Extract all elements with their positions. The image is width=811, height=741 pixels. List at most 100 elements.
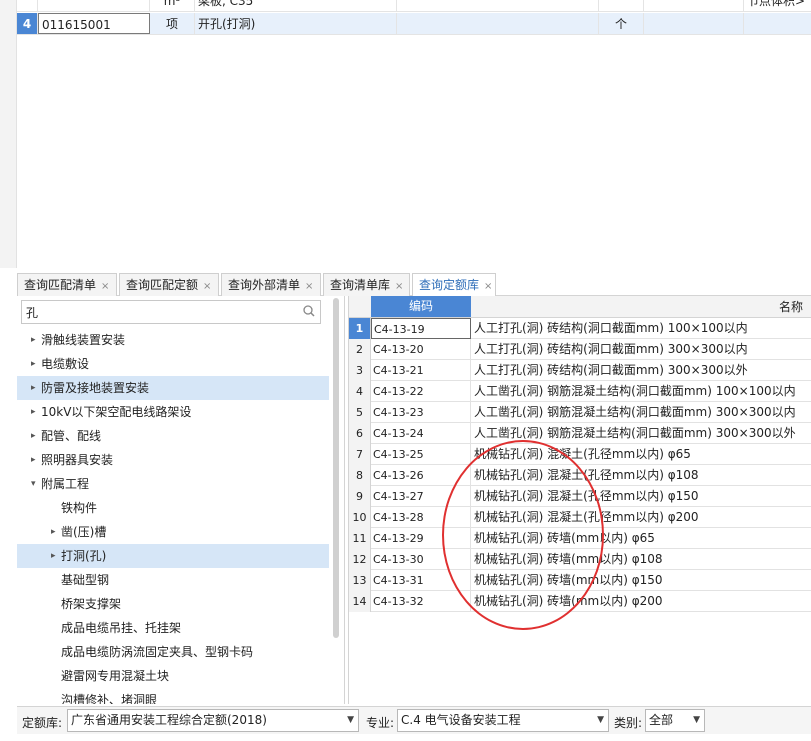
tab-query-external-bills[interactable]: 查询外部清单 × <box>221 273 321 296</box>
row-number-cell <box>17 0 38 11</box>
close-icon[interactable]: × <box>395 281 403 292</box>
qty-cell <box>644 0 744 11</box>
quota-row[interactable]: 3 C4-13-21 人工打孔(洞) 砖结构(洞口截面mm) 300×300以外 <box>349 360 811 381</box>
quota-list-grid: 编码 名称 1 C4-13-19 人工打孔(洞) 砖结构(洞口截面mm) 100×1… <box>348 296 811 704</box>
expand-arrow-right-icon[interactable]: ▸ <box>31 376 41 400</box>
quota-row[interactable]: 7 C4-13-25 机械钻孔(洞) 混凝土(孔径mm以内) φ65 <box>349 444 811 465</box>
quota-code-cell[interactable]: C4-13-25 <box>371 444 471 465</box>
grid-left-gutter <box>0 0 17 268</box>
tree-item[interactable]: ▸ 10kV以下架空配电线路架设 <box>17 400 329 424</box>
quota-code-cell[interactable]: C4-13-29 <box>371 528 471 549</box>
tab-label: 查询匹配定额 <box>126 278 199 292</box>
quota-code-cell[interactable]: C4-13-31 <box>371 570 471 591</box>
header-name[interactable]: 名称 <box>779 296 803 318</box>
quota-code-cell[interactable]: C4-13-19 <box>371 318 471 339</box>
quota-row[interactable]: 9 C4-13-27 机械钻孔(洞) 混凝土(孔径mm以内) φ150 <box>349 486 811 507</box>
expand-arrow-right-icon[interactable]: ▸ <box>51 544 61 568</box>
tree-item[interactable]: ▸ 凿(压)槽 <box>17 520 329 544</box>
expr-cell: 节点体积> <box>747 0 806 8</box>
expand-arrow-down-icon[interactable]: ▾ <box>31 472 41 496</box>
quota-lib-select[interactable]: 广东省通用安装工程综合定额(2018) ▼ <box>67 709 359 732</box>
tree-item[interactable]: 铁构件 <box>17 496 329 520</box>
quota-row[interactable]: 2 C4-13-20 人工打孔(洞) 砖结构(洞口截面mm) 300×300以内 <box>349 339 811 360</box>
tab-query-bill-library[interactable]: 查询清单库 × <box>323 273 410 296</box>
quota-row[interactable]: 5 C4-13-23 人工凿孔(洞) 钢筋混凝土结构(洞口截面mm) 300×300… <box>349 402 811 423</box>
tree-item-label: 凿(压)槽 <box>61 525 107 539</box>
table-row-selected[interactable]: 4 011615001 项 开孔(打洞) 个 <box>17 13 811 35</box>
tab-label: 查询匹配清单 <box>24 278 97 292</box>
row-number-cell: 10 <box>349 507 371 528</box>
quota-row[interactable]: 11 C4-13-29 机械钻孔(洞) 砖墙(mm以内) φ65 <box>349 528 811 549</box>
quota-code-cell[interactable]: C4-13-26 <box>371 465 471 486</box>
tree-item[interactable]: 基础型钢 <box>17 568 329 592</box>
search-input[interactable]: 孔 <box>21 300 321 324</box>
tree-item[interactable]: 成品电缆吊挂、托挂架 <box>17 616 329 640</box>
row-number-cell: 4 <box>349 381 371 402</box>
close-icon[interactable]: × <box>484 281 492 292</box>
quota-row[interactable]: 12 C4-13-30 机械钻孔(洞) 砖墙(mm以内) φ108 <box>349 549 811 570</box>
quota-code-cell[interactable]: C4-13-30 <box>371 549 471 570</box>
specialty-select[interactable]: C.4 电气设备安装工程 ▼ <box>397 709 609 732</box>
quota-code-cell[interactable]: C4-13-21 <box>371 360 471 381</box>
category-select[interactable]: 全部 ▼ <box>645 709 705 732</box>
tree-item-label: 附属工程 <box>41 477 90 491</box>
name-cell: 梁板, C35 <box>195 0 397 11</box>
quota-row[interactable]: 14 C4-13-32 机械钻孔(洞) 砖墙(mm以内) φ200 <box>349 591 811 612</box>
tree-item[interactable]: 沟槽修补、堵洞眼 <box>17 688 329 704</box>
chevron-down-icon[interactable]: ▼ <box>693 710 700 731</box>
tab-query-quota-library[interactable]: 查询定额库 × <box>412 273 496 297</box>
tree-item[interactable]: ▸ 打洞(孔) <box>17 544 329 568</box>
expand-arrow-right-icon[interactable]: ▸ <box>31 448 41 472</box>
tree-item[interactable]: ▾ 附属工程 <box>17 472 329 496</box>
chevron-down-icon[interactable]: ▼ <box>347 710 354 731</box>
expand-arrow-right-icon[interactable]: ▸ <box>31 424 41 448</box>
quota-row[interactable]: 10 C4-13-28 机械钻孔(洞) 混凝土(孔径mm以内) φ200 <box>349 507 811 528</box>
chevron-down-icon[interactable]: ▼ <box>597 710 604 731</box>
expand-arrow-right-icon[interactable]: ▸ <box>31 352 41 376</box>
code-cell[interactable]: 011615001 <box>38 13 150 34</box>
tree-item-label: 基础型钢 <box>61 573 110 587</box>
close-icon[interactable]: × <box>101 281 109 292</box>
quota-code-cell[interactable]: C4-13-24 <box>371 423 471 444</box>
tree-item[interactable]: 桥架支撑架 <box>17 592 329 616</box>
tree-item[interactable]: ▸ 滑触线装置安装 <box>17 328 329 352</box>
tree-item-label: 铁构件 <box>61 501 98 515</box>
row-number-cell: 13 <box>349 570 371 591</box>
quota-name-cell: 机械钻孔(洞) 砖墙(mm以内) φ108 <box>474 552 663 566</box>
quota-row[interactable]: 13 C4-13-31 机械钻孔(洞) 砖墙(mm以内) φ150 <box>349 570 811 591</box>
expand-arrow-right-icon[interactable]: ▸ <box>51 520 61 544</box>
quota-code-cell[interactable]: C4-13-27 <box>371 486 471 507</box>
row-number-cell: 14 <box>349 591 371 612</box>
expand-arrow-right-icon[interactable]: ▸ <box>31 328 41 352</box>
table-row[interactable]: m³ 梁板, C35 节点体积> <box>17 0 811 12</box>
quota-code-cell[interactable]: C4-13-20 <box>371 339 471 360</box>
tree-item[interactable]: ▸ 电缆敷设 <box>17 352 329 376</box>
quota-code-cell[interactable]: C4-13-32 <box>371 591 471 612</box>
tree-item[interactable]: 避雷网专用混凝土块 <box>17 664 329 688</box>
row-number-cell: 9 <box>349 486 371 507</box>
search-input-value[interactable]: 孔 <box>26 304 38 321</box>
close-icon[interactable]: × <box>203 281 211 292</box>
tab-query-matched-quotas[interactable]: 查询匹配定额 × <box>119 273 219 296</box>
grid-header: 编码 名称 <box>349 296 811 318</box>
tab-query-matched-bills[interactable]: 查询匹配清单 × <box>17 273 117 296</box>
quota-row[interactable]: 4 C4-13-22 人工凿孔(洞) 钢筋混凝土结构(洞口截面mm) 100×100… <box>349 381 811 402</box>
expand-arrow-right-icon[interactable]: ▸ <box>31 400 41 424</box>
quota-code-cell[interactable]: C4-13-22 <box>371 381 471 402</box>
tree-item[interactable]: ▸ 防雷及接地装置安装 <box>17 376 329 400</box>
category-label: 类别: <box>614 716 643 730</box>
tree-scrollbar[interactable] <box>333 298 339 638</box>
quota-row[interactable]: 1 C4-13-19 人工打孔(洞) 砖结构(洞口截面mm) 100×100以内 <box>349 318 811 339</box>
quota-code-cell[interactable]: C4-13-28 <box>371 507 471 528</box>
quota-row[interactable]: 8 C4-13-26 机械钻孔(洞) 混凝土(孔径mm以内) φ108 <box>349 465 811 486</box>
header-code[interactable]: 编码 <box>371 296 471 317</box>
search-icon[interactable] <box>302 303 316 319</box>
quota-name-cell: 机械钻孔(洞) 砖墙(mm以内) φ200 <box>474 594 663 608</box>
tree-item[interactable]: ▸ 照明器具安装 <box>17 448 329 472</box>
tree-item[interactable]: 成品电缆防涡流固定夹具、型钢卡码 <box>17 640 329 664</box>
quota-row[interactable]: 6 C4-13-24 人工凿孔(洞) 钢筋混凝土结构(洞口截面mm) 300×300… <box>349 423 811 444</box>
quota-name-cell: 机械钻孔(洞) 混凝土(孔径mm以内) φ108 <box>474 468 699 482</box>
tree-item[interactable]: ▸ 配管、配线 <box>17 424 329 448</box>
close-icon[interactable]: × <box>305 281 313 292</box>
quota-code-cell[interactable]: C4-13-23 <box>371 402 471 423</box>
